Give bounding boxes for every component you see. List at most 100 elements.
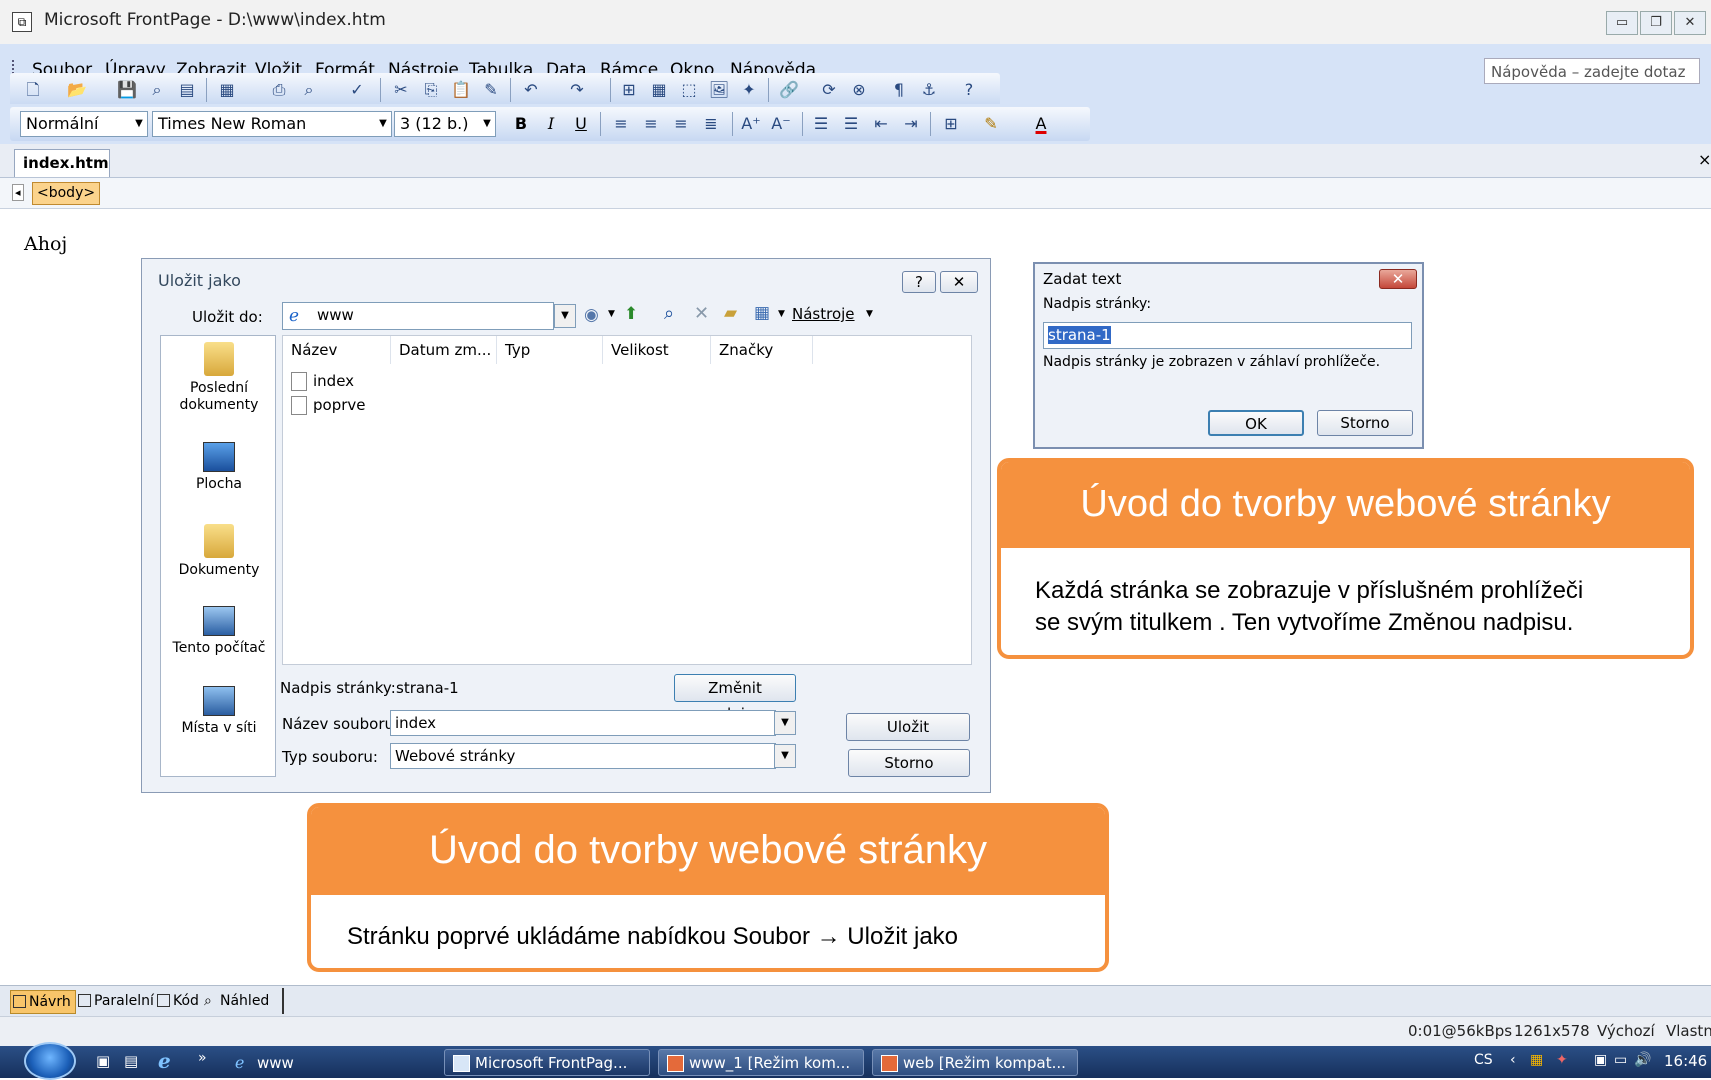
tab-index-htm[interactable]: index.htm xyxy=(14,149,110,177)
format-painter-icon[interactable]: ✎ xyxy=(480,79,502,101)
tab-split[interactable]: Paralelní xyxy=(76,990,154,1012)
chevron-down-icon[interactable]: ▼ xyxy=(778,309,785,319)
print-preview-icon[interactable]: ⌕ xyxy=(298,79,320,101)
place-computer[interactable]: Tento počítač xyxy=(161,606,277,657)
tray-app-icon[interactable]: ▦ xyxy=(1530,1052,1543,1068)
filename-input[interactable]: index xyxy=(390,710,776,736)
cancel-button[interactable]: Storno xyxy=(1317,410,1413,436)
close-dialog-button[interactable]: ✕ xyxy=(1379,269,1417,289)
chevron-down-icon[interactable]: ▼ xyxy=(131,112,147,136)
up-folder-icon[interactable]: ⬆ xyxy=(624,304,638,324)
font-select[interactable]: Times New Roman ▼ xyxy=(152,111,392,137)
chevron-down-icon[interactable]: ▼ xyxy=(774,711,796,735)
column-header-type[interactable]: Typ xyxy=(497,336,603,364)
page-resolution[interactable]: 1261x578 xyxy=(1514,1022,1590,1040)
font-color-button[interactable]: A xyxy=(1030,113,1052,135)
close-window-button[interactable]: ✕ xyxy=(1674,11,1706,35)
new-page-icon[interactable]: 🗋 xyxy=(22,79,44,101)
cut-icon[interactable]: ✂ xyxy=(390,79,412,101)
bold-button[interactable]: B xyxy=(510,113,532,135)
drawing-icon[interactable]: ✦ xyxy=(738,79,760,101)
chevron-left-icon[interactable]: ◂ xyxy=(12,184,24,201)
pilcrow-icon[interactable]: ¶ xyxy=(888,79,910,101)
file-list[interactable]: Název Datum zm... Typ Velikost Značky in… xyxy=(282,335,972,665)
underline-button[interactable]: U xyxy=(570,113,592,135)
page-title-input[interactable]: strana-1 xyxy=(1043,322,1412,349)
cancel-button[interactable]: Storno xyxy=(848,749,970,777)
start-button[interactable] xyxy=(24,1042,76,1080)
anchor-icon[interactable]: ⚓ xyxy=(918,79,940,101)
chevron-down-icon[interactable]: ▼ xyxy=(774,744,796,768)
clock[interactable]: 16:46 xyxy=(1664,1052,1707,1070)
insert-layer-icon[interactable]: ⬚ xyxy=(678,79,700,101)
restore-button[interactable]: ❐ xyxy=(1640,11,1672,35)
taskbar-item-ppt2[interactable]: web [Režim kompat... xyxy=(872,1049,1078,1076)
taskbar-item-frontpage[interactable]: Microsoft FrontPag... xyxy=(444,1049,650,1076)
stop-icon[interactable]: ⊗ xyxy=(848,79,870,101)
minimize-button[interactable]: ▭ xyxy=(1606,11,1638,35)
body-tag-button[interactable]: <body> xyxy=(32,182,101,205)
chevron-down-icon[interactable]: ▼ xyxy=(866,309,873,319)
find-icon[interactable]: ⌕ xyxy=(146,79,168,101)
help-icon[interactable]: ? xyxy=(958,79,980,101)
close-tab-icon[interactable]: × xyxy=(1698,150,1711,169)
spelling-icon[interactable]: ✓ xyxy=(346,79,368,101)
place-recent[interactable]: Poslední dokumenty xyxy=(161,342,277,414)
tray-expand-icon[interactable]: ‹ xyxy=(1510,1052,1516,1068)
more-quicklaunch-icon[interactable]: » xyxy=(198,1050,207,1066)
quicklaunch-icon[interactable]: ▤ xyxy=(124,1052,138,1070)
print-icon[interactable]: ⎙ xyxy=(268,79,290,101)
taskbar-item-www[interactable]: ℯ www xyxy=(226,1049,436,1076)
show-desktop-icon[interactable]: ▣ xyxy=(96,1052,110,1070)
volume-icon[interactable]: 🔊 xyxy=(1634,1052,1651,1068)
ok-button[interactable]: OK xyxy=(1208,410,1304,436)
column-header-tags[interactable]: Značky xyxy=(711,336,813,364)
justify-icon[interactable]: ≣ xyxy=(700,113,722,135)
horizontal-scrollbar[interactable] xyxy=(282,988,1700,1014)
save-in-select[interactable]: ℯ www xyxy=(282,302,554,330)
tray-app-icon[interactable]: ✦ xyxy=(1556,1052,1568,1068)
italic-button[interactable]: I xyxy=(540,113,562,135)
undo-icon[interactable]: ↶ xyxy=(520,79,542,101)
align-center-icon[interactable]: ≡ xyxy=(640,113,662,135)
chevron-down-icon[interactable]: ▼ xyxy=(479,112,495,136)
place-desktop[interactable]: Plocha xyxy=(161,442,277,493)
file-item[interactable]: poprve xyxy=(291,396,366,415)
increase-indent-icon[interactable]: ⇥ xyxy=(900,113,922,135)
help-button[interactable]: ? xyxy=(902,271,936,293)
column-header-date[interactable]: Datum zm... xyxy=(391,336,497,364)
highlight-icon[interactable]: ✎ xyxy=(980,113,1002,135)
paste-icon[interactable]: 📋 xyxy=(450,79,472,101)
column-header-name[interactable]: Název xyxy=(283,336,391,364)
insert-picture-icon[interactable]: 🖼 xyxy=(708,79,730,101)
redo-icon[interactable]: ↷ xyxy=(566,79,588,101)
change-title-button[interactable]: Změnit nadpis... xyxy=(674,674,796,723)
bullet-list-icon[interactable]: ☰ xyxy=(840,113,862,135)
mode-default[interactable]: Výchozí xyxy=(1597,1022,1655,1040)
chevron-down-icon[interactable]: ▼ xyxy=(375,112,391,136)
borders-icon[interactable]: ⊞ xyxy=(940,113,962,135)
view-toggle-icon[interactable]: ▦ xyxy=(216,79,238,101)
chevron-down-icon[interactable]: ▼ xyxy=(554,304,576,328)
refresh-icon[interactable]: ⟳ xyxy=(818,79,840,101)
tools-menu[interactable]: Nástroje xyxy=(792,305,855,323)
decrease-indent-icon[interactable]: ⇤ xyxy=(870,113,892,135)
hyperlink-icon[interactable]: 🔗 xyxy=(778,79,800,101)
ie-icon[interactable]: ℯ xyxy=(158,1049,171,1073)
views-icon[interactable]: ▦ xyxy=(754,303,770,323)
insert-table-icon[interactable]: ▦ xyxy=(648,79,670,101)
place-documents[interactable]: Dokumenty xyxy=(161,524,277,579)
increase-font-icon[interactable]: A⁺ xyxy=(740,113,762,135)
open-folder-icon[interactable]: 📂 xyxy=(66,79,88,101)
close-dialog-button[interactable]: ✕ xyxy=(940,271,978,293)
save-button[interactable]: Uložit xyxy=(846,713,970,741)
align-left-icon[interactable]: ≡ xyxy=(610,113,632,135)
decrease-font-icon[interactable]: A⁻ xyxy=(770,113,792,135)
save-icon[interactable]: 💾 xyxy=(116,79,138,101)
tab-preview[interactable]: ⌕ Náhled xyxy=(202,990,269,1012)
back-icon[interactable]: ◉ xyxy=(584,305,599,325)
file-item[interactable]: index xyxy=(291,372,354,391)
delete-icon[interactable]: ✕ xyxy=(694,303,709,324)
tray-monitor-icon[interactable]: ▭ xyxy=(1614,1052,1627,1068)
chevron-down-icon[interactable]: ▼ xyxy=(608,309,615,319)
